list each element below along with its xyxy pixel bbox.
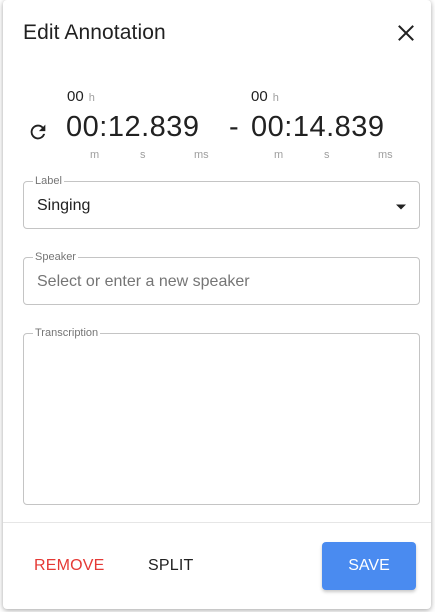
- label-legend: Label: [33, 175, 64, 188]
- close-button[interactable]: [391, 18, 421, 48]
- speaker-input[interactable]: [37, 271, 397, 293]
- transcription-textarea[interactable]: [34, 346, 409, 496]
- arrow-drop-down-icon[interactable]: [395, 203, 407, 211]
- speaker-legend: Speaker: [33, 251, 78, 264]
- split-button[interactable]: SPLIT: [148, 557, 193, 575]
- end-minutes-unit: m: [274, 149, 284, 161]
- end-seconds-unit: s: [324, 149, 330, 161]
- save-button[interactable]: SAVE: [322, 542, 416, 590]
- dialog-title: Edit Annotation: [23, 21, 166, 44]
- start-time[interactable]: 00:12.839: [66, 111, 200, 144]
- start-ms-unit: ms: [194, 149, 209, 161]
- edit-annotation-dialog: Edit Annotation 00 h 00 h 00:12.839 - 00:1…: [3, 0, 431, 609]
- end-time[interactable]: 00:14.839: [251, 111, 385, 144]
- start-hours-unit: h: [88, 92, 95, 104]
- end-hours[interactable]: 00 h: [251, 88, 279, 105]
- refresh-icon: [30, 124, 46, 140]
- reset-time-button[interactable]: [25, 119, 51, 145]
- actions-divider: [3, 522, 431, 523]
- speaker-field[interactable]: Speaker: [23, 251, 420, 305]
- time-separator: -: [229, 111, 239, 143]
- start-hours-value: 00: [67, 88, 84, 105]
- end-hours-unit: h: [272, 92, 279, 104]
- start-hours[interactable]: 00 h: [67, 88, 95, 105]
- label-value: Singing: [37, 197, 91, 214]
- close-icon: [398, 25, 414, 41]
- transcription-legend: Transcription: [33, 327, 101, 340]
- remove-button[interactable]: REMOVE: [34, 557, 105, 575]
- start-seconds-unit: s: [140, 149, 146, 161]
- end-ms-unit: ms: [378, 149, 393, 161]
- start-minutes-unit: m: [90, 149, 100, 161]
- transcription-field[interactable]: Transcription: [23, 327, 420, 505]
- end-hours-value: 00: [251, 88, 268, 105]
- label-select[interactable]: Label Singing: [23, 175, 420, 229]
